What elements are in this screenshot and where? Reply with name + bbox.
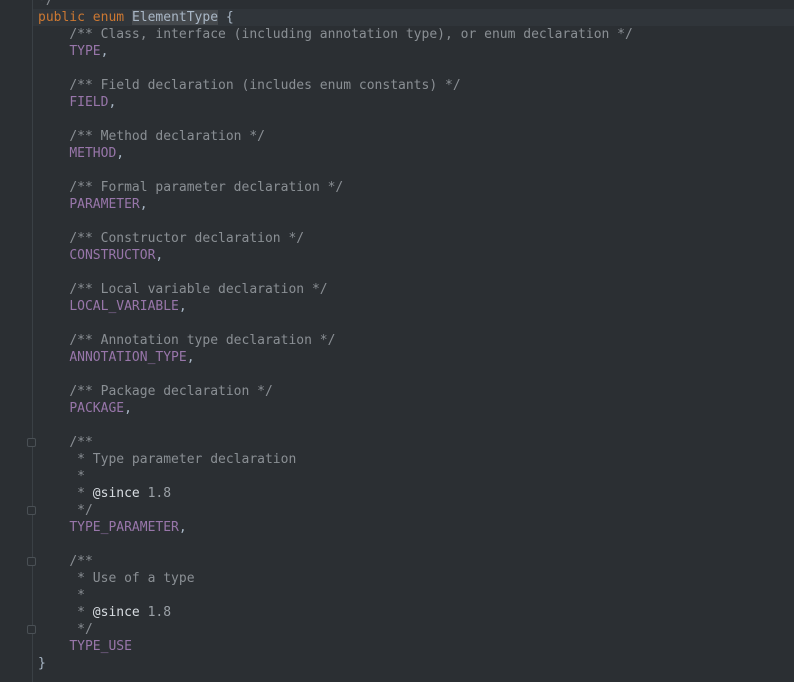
enum-constant-line: LOCAL_VARIABLE, — [69, 299, 187, 314]
javadoc-empty-line: * — [69, 588, 85, 603]
enum-constant[interactable]: PARAMETER — [69, 197, 139, 212]
open-brace: { — [225, 10, 234, 25]
javadoc-tag: @since — [92, 605, 140, 620]
keyword-enum: enum — [92, 10, 125, 25]
enum-constant-line: PACKAGE, — [69, 401, 132, 416]
comment-line: /** Package declaration */ — [69, 384, 273, 399]
javadoc-close: */ — [69, 622, 93, 637]
enum-constant[interactable]: ANNOTATION_TYPE — [69, 350, 186, 365]
since-version: 1.8 — [147, 605, 172, 620]
comment-line: /** Class, interface (including annotati… — [69, 27, 633, 42]
javadoc-description: * Type parameter declaration — [69, 452, 297, 467]
comment-line: /** Method declaration */ — [69, 129, 265, 144]
enum-name[interactable]: ElementType — [131, 10, 219, 25]
javadoc-open: /** — [69, 435, 93, 450]
javadoc-since-line: * @since 1.8 — [69, 605, 172, 620]
enum-constant-line: TYPE, — [69, 44, 109, 59]
comment-line: /** Local variable declaration */ — [69, 282, 328, 297]
javadoc-open: /** — [69, 554, 93, 569]
enum-constant[interactable]: TYPE_PARAMETER — [69, 520, 179, 535]
closing-brace-line: } — [38, 655, 46, 672]
editor-gutter[interactable] — [0, 0, 32, 682]
javadoc-empty-line: * — [69, 469, 85, 484]
enum-constant-line: ANNOTATION_TYPE, — [69, 350, 195, 365]
javadoc-tag: @since — [92, 486, 140, 501]
javadoc-close: */ — [69, 503, 93, 518]
code-editor[interactable]: */ public enum ElementType { /** Class, … — [0, 0, 794, 682]
enum-declaration-line: public enum ElementType { — [38, 9, 234, 26]
javadoc-description: * Use of a type — [69, 571, 195, 586]
since-version: 1.8 — [147, 486, 172, 501]
enum-constant[interactable]: TYPE — [69, 44, 100, 59]
comment-line: /** Field declaration (includes enum con… — [69, 78, 461, 93]
enum-constant[interactable]: CONSTRUCTOR — [69, 248, 155, 263]
close-brace: } — [38, 656, 46, 671]
fold-marker-icon[interactable] — [27, 506, 36, 515]
comment-line: */ — [38, 0, 54, 8]
enum-constant[interactable]: METHOD — [69, 146, 116, 161]
enum-constant[interactable]: TYPE_USE — [69, 639, 132, 654]
fold-marker-icon[interactable] — [27, 557, 36, 566]
enum-constant[interactable]: LOCAL_VARIABLE — [69, 299, 179, 314]
enum-constant-line: TYPE_USE — [38, 638, 132, 655]
comment-line: /** Annotation type declaration */ — [69, 333, 336, 348]
enum-constant[interactable]: FIELD — [69, 95, 108, 110]
fold-marker-icon[interactable] — [27, 625, 36, 634]
gutter-divider — [32, 0, 33, 682]
fold-marker-icon[interactable] — [27, 438, 36, 447]
enum-constant-line: PARAMETER, — [69, 197, 148, 212]
comment-line: /** Formal parameter declaration */ — [69, 180, 344, 195]
javadoc-since-line: * @since 1.8 — [69, 486, 172, 501]
keyword-public: public — [38, 10, 85, 25]
enum-constant-line: FIELD, — [69, 95, 117, 110]
enum-constant-line: METHOD, — [69, 146, 125, 161]
comment-line: /** Constructor declaration */ — [69, 231, 305, 246]
enum-constant[interactable]: PACKAGE — [69, 401, 124, 416]
enum-constant-line: TYPE_PARAMETER, — [69, 520, 187, 535]
enum-constant-line: CONSTRUCTOR, — [69, 248, 164, 263]
